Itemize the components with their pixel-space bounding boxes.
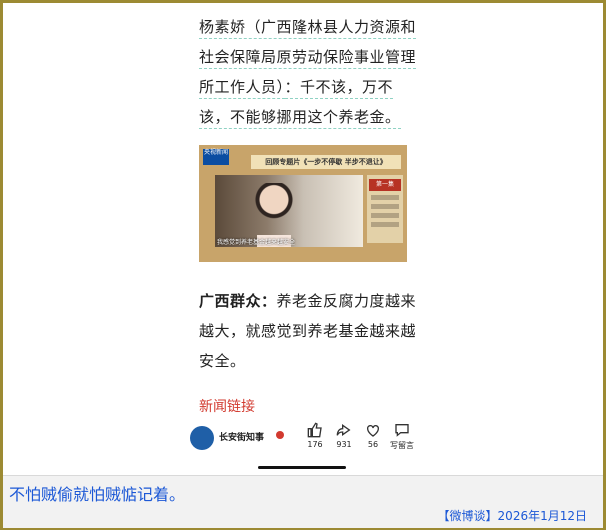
news-link[interactable]: 新闻链接 bbox=[199, 396, 255, 416]
side-line bbox=[371, 204, 399, 209]
comment-metric[interactable]: 写留言 bbox=[385, 422, 419, 451]
thumb-up-icon bbox=[307, 422, 322, 438]
favorite-count: 56 bbox=[367, 440, 379, 449]
share-count: 931 bbox=[336, 440, 352, 449]
video-banner: 回顾专题片《一步不停歇 半步不退让》 bbox=[251, 155, 401, 169]
side-line bbox=[371, 222, 399, 227]
verified-badge-icon bbox=[276, 431, 284, 439]
video-side-panel: 第一集 bbox=[367, 175, 403, 243]
comment-icon bbox=[395, 424, 409, 437]
home-indicator bbox=[258, 466, 346, 469]
side-line bbox=[371, 195, 399, 200]
video-caption: 我感觉到养老基金越来越安全 bbox=[217, 239, 296, 246]
side-line bbox=[371, 213, 399, 218]
article-paragraph-1: 杨素娇（广西隆林县人力资源和社会保障局原劳动保险事业管理所工作人员）：千不该，万… bbox=[199, 12, 417, 132]
heart-icon bbox=[367, 424, 379, 437]
paragraph-1: 杨素娇（广西隆林县人力资源和社会保障局原劳动保险事业管理所工作人员）：千不该，万… bbox=[199, 12, 417, 132]
overlay-caption-bar: 不怕贼偷就怕贼惦记着。 【微博谈】2026年1月12日 bbox=[3, 475, 603, 528]
account-name[interactable]: 长安街知事 bbox=[219, 430, 264, 443]
share-icon bbox=[336, 424, 351, 436]
episode-label: 第一集 bbox=[369, 179, 401, 191]
comment-label: 写留言 bbox=[390, 441, 414, 450]
video-thumbnail[interactable]: 央视新闻 回顾专题片《一步不停歇 半步不退让》 我感觉到养老基金越来越安全 第一… bbox=[199, 145, 407, 262]
speaker-name-2: 广西群众： bbox=[199, 292, 277, 310]
account-avatar[interactable] bbox=[190, 426, 214, 450]
like-count: 176 bbox=[307, 440, 323, 449]
article-footer: 长安街知事 176 931 56 写留言 bbox=[190, 418, 420, 458]
overlay-message: 不怕贼偷就怕贼惦记着。 bbox=[9, 485, 186, 504]
video-tag: 央视新闻 bbox=[203, 149, 229, 165]
overlay-stamp: 【微博谈】2026年1月12日 bbox=[437, 509, 587, 523]
article-paragraph-2: 广西群众：养老金反腐力度越来越大，就感觉到养老基金越来越安全。 bbox=[199, 286, 417, 376]
